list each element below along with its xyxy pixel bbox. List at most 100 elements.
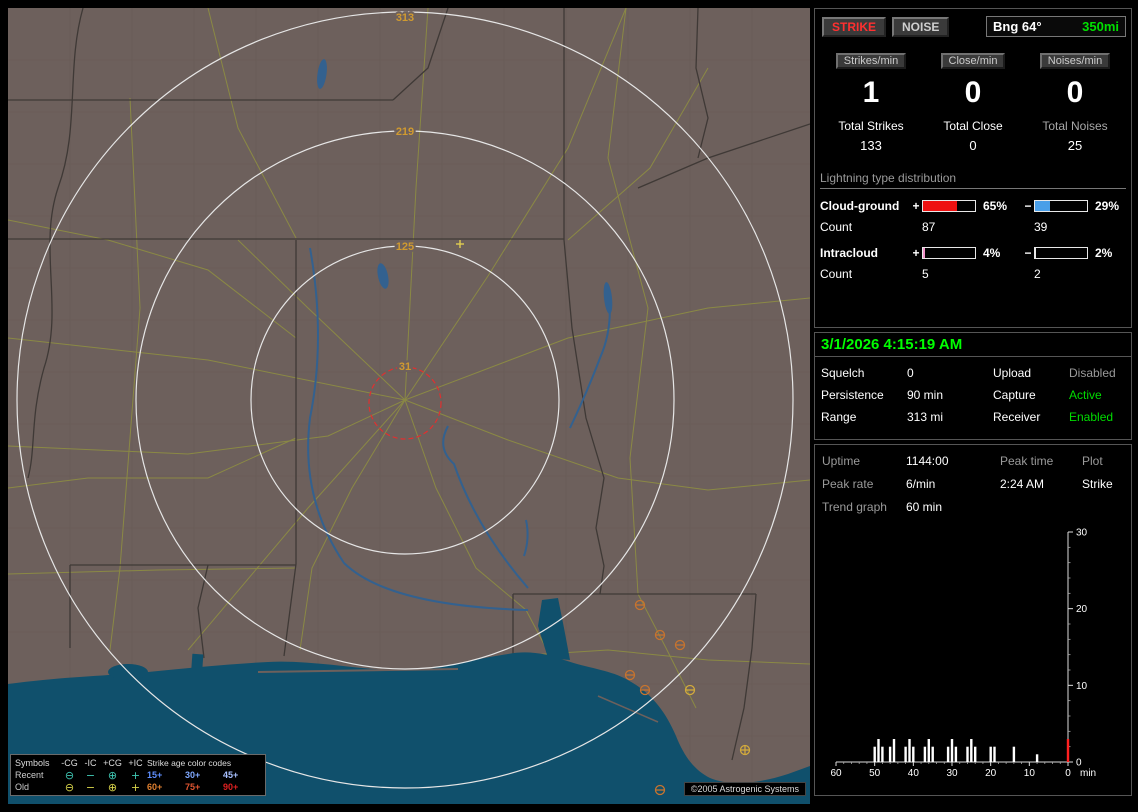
legend-age-header: Strike age color codes — [147, 758, 232, 768]
bearing-range-display: Bng 64° 350mi — [986, 16, 1126, 37]
peak-rate-value: 6/min — [906, 477, 936, 491]
capture-status: Active — [1069, 388, 1102, 402]
total-close-label: Total Close — [943, 118, 1003, 133]
intracloud-label: Intracloud — [820, 245, 879, 260]
svg-text:0: 0 — [1065, 768, 1071, 779]
ic-positive-count: 5 — [922, 266, 929, 281]
ic-positive-bar-fill — [923, 247, 926, 258]
uptime-value: 1144:00 — [906, 454, 949, 468]
close-per-min-button[interactable]: Close/min — [940, 53, 1006, 69]
age-75: 75+ — [185, 782, 201, 792]
cg-positive-count: 87 — [922, 219, 936, 234]
mode-row: STRIKE NOISE Bng 64° 350mi — [822, 16, 1126, 37]
total-noises-value: 25 — [1067, 137, 1083, 153]
age-15: 15+ — [147, 770, 163, 780]
noises-per-min-value: 0 — [1066, 76, 1084, 109]
bearing-value: Bng 64° — [993, 19, 1042, 34]
trend-graph-chart: 010203060 50 40 30 20 10 0 min — [830, 528, 1096, 780]
uptime-label: Uptime — [822, 454, 861, 468]
noises-per-min-button[interactable]: Noises/min — [1039, 53, 1111, 69]
upload-label: Upload — [993, 366, 1032, 380]
statistics-box: STRIKE NOISE Bng 64° 350mi Strikes/min 1… — [814, 8, 1132, 328]
chart-axes: 010203060 50 40 30 20 10 0 min — [830, 528, 1096, 780]
count-label: Count — [820, 219, 853, 234]
legend-col-neg-cg: -CG — [61, 758, 78, 768]
age-60: 60+ — [147, 782, 163, 792]
persistence-value: 90 min — [907, 388, 944, 402]
range-label-313: 313 — [396, 12, 414, 24]
peak-time-value: 2:24 AM — [1000, 477, 1045, 491]
cloud-ground-row: Cloud-ground + 65% − 29% — [820, 199, 1126, 213]
ic-negative-count: 2 — [1034, 266, 1041, 281]
receiver-label: Receiver — [993, 410, 1041, 424]
plus-sign: + — [912, 245, 920, 260]
strikes-per-min-button[interactable]: Strikes/min — [835, 53, 907, 69]
noise-mode-button[interactable]: NOISE — [892, 16, 950, 37]
strikes-per-min-column: Strikes/min 1 Total Strikes 133 — [820, 51, 922, 153]
svg-text:20: 20 — [1076, 604, 1088, 615]
settings-box: 3/1/2026 4:15:19 AM Squelch 0 Upload Dis… — [814, 332, 1132, 440]
trend-box: Uptime 1144:00 Peak time Plot Peak rate … — [814, 444, 1132, 796]
ic-negative-bar-fill — [1035, 247, 1037, 258]
plot-label: Plot — [1082, 454, 1103, 468]
squelch-value: 0 — [907, 366, 914, 380]
svg-text:50: 50 — [869, 768, 881, 779]
ic-positive-bar — [922, 246, 976, 259]
age-30: 30+ — [185, 770, 201, 780]
svg-text:30: 30 — [946, 768, 958, 779]
intracloud-row: Intracloud + 4% − 2% — [820, 246, 1126, 260]
ic-negative-bar — [1034, 246, 1088, 259]
trend-graph-label: Trend graph — [822, 500, 887, 514]
legend-old-label: Old — [15, 782, 30, 792]
distribution-title: Lightning type distribution — [820, 171, 1126, 189]
age-90: 90+ — [223, 782, 239, 792]
upload-status: Disabled — [1069, 366, 1116, 380]
cg-positive-bar-fill — [923, 200, 957, 211]
cg-positive-bar — [922, 199, 976, 212]
svg-text:20: 20 — [985, 768, 997, 779]
cg-negative-bar — [1034, 199, 1088, 212]
total-strikes-label: Total Strikes — [838, 118, 904, 133]
pos-cg-old-icon: ⊕ — [107, 780, 118, 794]
map-legend: Symbols -CG -IC +CG +IC Strike age color… — [10, 754, 266, 796]
status-grid: Uptime 1144:00 Peak time Plot Peak rate … — [820, 450, 1126, 518]
legend-recent-label: Recent — [15, 770, 44, 780]
ic-negative-pct: 2% — [1095, 245, 1113, 260]
chart-bars — [873, 739, 1070, 762]
age-45: 45+ — [223, 770, 239, 780]
strike-mode-button[interactable]: STRIKE — [822, 16, 887, 37]
app-window: 313 219 125 31 Symbols -CG -IC +CG +IC S… — [0, 0, 1138, 812]
cg-negative-bar-fill — [1035, 200, 1051, 211]
range-setting-value: 313 mi — [907, 410, 944, 424]
svg-text:10: 10 — [1024, 768, 1036, 779]
total-close-value: 0 — [969, 137, 977, 153]
datetime-display: 3/1/2026 4:15:19 AM — [815, 333, 1131, 357]
pos-ic-old-icon: + — [130, 780, 141, 794]
legend-col-pos-ic: +IC — [128, 758, 143, 768]
pos-cg-recent-icon: ⊕ — [107, 768, 118, 782]
peak-time-label: Peak time — [1000, 454, 1054, 468]
svg-text:0: 0 — [1076, 758, 1082, 769]
svg-text:60: 60 — [830, 768, 842, 779]
legend-col-neg-ic: -IC — [84, 758, 97, 768]
svg-text:40: 40 — [908, 768, 920, 779]
cloud-ground-count-row: Count 87 39 — [820, 220, 1126, 234]
lightning-map[interactable]: 313 219 125 31 — [8, 8, 810, 804]
noises-per-min-column: Noises/min 0 Total Noises 25 — [1024, 51, 1126, 153]
legend-row-recent: Recent ⊖ − ⊕ + 15+ 30+ 45+ — [15, 769, 261, 781]
settings-grid: Squelch 0 Upload Disabled Persistence 90… — [815, 357, 1131, 433]
svg-text:30: 30 — [1076, 528, 1088, 539]
legend-col-pos-cg: +CG — [103, 758, 122, 768]
receiver-status: Enabled — [1069, 410, 1114, 424]
minus-sign: − — [1024, 198, 1032, 213]
strikes-per-min-value: 1 — [862, 76, 880, 109]
svg-text:10: 10 — [1076, 681, 1088, 692]
legend-symbols-header: Symbols — [15, 758, 50, 768]
neg-cg-old-icon: ⊖ — [64, 780, 75, 794]
close-per-min-column: Close/min 0 Total Close 0 — [922, 51, 1024, 153]
map-area: 313 219 125 31 Symbols -CG -IC +CG +IC S… — [8, 8, 810, 804]
cg-positive-pct: 65% — [983, 198, 1008, 213]
neg-ic-old-icon: − — [85, 780, 96, 794]
range-label-31: 31 — [399, 361, 411, 373]
close-per-min-value: 0 — [964, 76, 982, 109]
